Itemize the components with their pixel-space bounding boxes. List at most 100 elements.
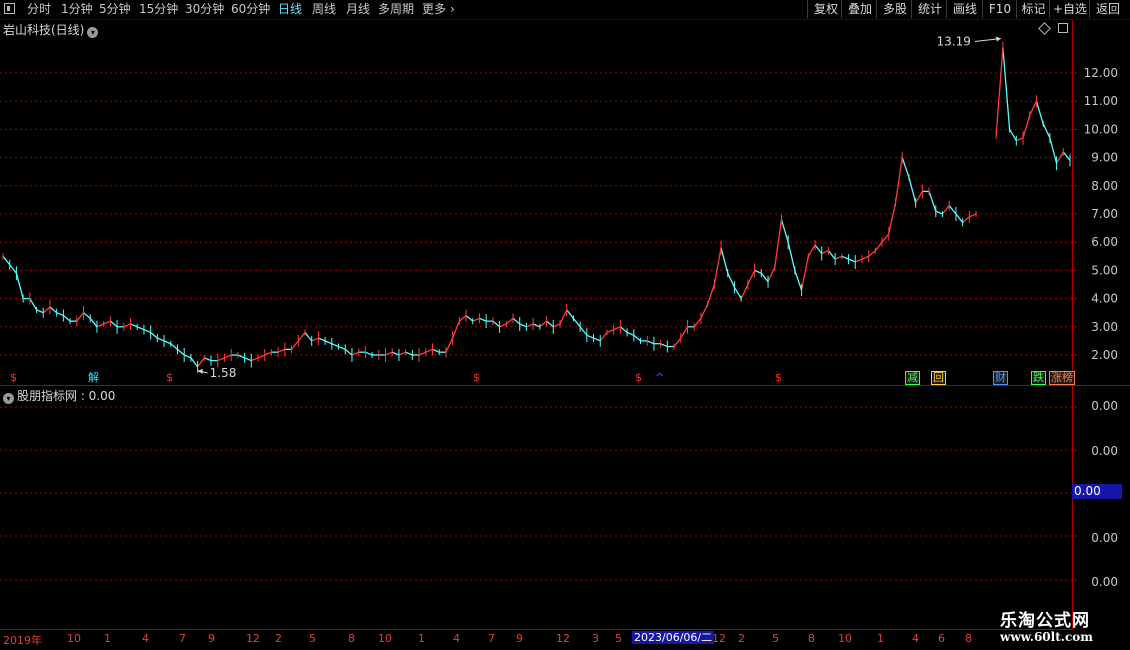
price-segment <box>445 337 454 353</box>
toolbar-button-3[interactable]: 统计 <box>911 0 948 18</box>
tab-5[interactable]: 60分钟 <box>231 1 270 18</box>
tab-3[interactable]: 15分钟 <box>139 1 178 18</box>
price-segment <box>177 348 185 356</box>
price-segment <box>633 334 641 342</box>
price-segment <box>42 306 51 314</box>
price-segment <box>150 331 158 339</box>
toolbar-button-5[interactable]: F10 <box>982 0 1017 18</box>
x-tick-label: 8 <box>965 632 972 645</box>
price-segment <box>868 250 876 257</box>
price-segment <box>163 340 172 345</box>
price-segment <box>62 315 71 322</box>
event-marker-9[interactable]: 财 <box>993 371 1008 385</box>
price-segment <box>760 272 769 283</box>
x-tick-label: 2 <box>738 632 745 645</box>
event-marker-6[interactable]: $ <box>775 372 782 384</box>
event-marker-0[interactable]: $ <box>10 372 17 384</box>
tab-7[interactable]: 周线 <box>312 1 336 18</box>
tab-6[interactable]: 日线 <box>278 1 302 18</box>
event-marker-4[interactable]: $ <box>635 372 642 384</box>
event-marker-5[interactable]: ^ <box>655 372 664 384</box>
price-segment <box>794 270 803 291</box>
indicator-y-tick: 0.00 <box>1091 399 1118 413</box>
x-tick-label: 12 <box>246 632 260 645</box>
min-price-annotation: 1.58 <box>197 366 237 380</box>
y-tick-label: 11.00 <box>1084 94 1118 108</box>
price-segment <box>318 337 326 342</box>
x-tick-label: 1 <box>877 632 884 645</box>
price-segment <box>673 337 682 347</box>
toolbar-button-8[interactable]: 返回 <box>1089 0 1126 18</box>
event-marker-3[interactable]: $ <box>473 372 480 384</box>
toolbar-button-7[interactable]: +自选 <box>1049 0 1090 18</box>
toolbar-button-2[interactable]: 多股 <box>876 0 913 18</box>
tab-0[interactable]: 分时 <box>27 1 51 18</box>
price-segment <box>465 315 474 322</box>
toolbar-button-0[interactable]: 复权 <box>807 0 844 18</box>
price-segment <box>787 242 796 271</box>
price-segment <box>109 320 118 328</box>
price-segment <box>720 247 729 274</box>
toolbar-button-1[interactable]: 叠加 <box>841 0 878 18</box>
price-segment <box>277 348 286 353</box>
price-segment <box>901 157 910 178</box>
event-marker-7[interactable]: 减 <box>905 371 920 385</box>
tab-4[interactable]: 30分钟 <box>185 1 224 18</box>
price-segment <box>941 205 950 215</box>
price-segment <box>841 255 849 260</box>
price-segment <box>821 250 829 255</box>
price-segment <box>619 326 628 333</box>
price-chart[interactable]: 2.00 3.00 4.00 5.00 6.00 7.00 8.00 9.00 10.00 11.… <box>0 20 1130 386</box>
toolbar-button-4[interactable]: 画线 <box>946 0 983 18</box>
price-segment <box>76 312 85 322</box>
price-segment <box>418 351 427 356</box>
window-toggle-icon[interactable] <box>4 3 15 14</box>
price-segment <box>15 273 24 299</box>
svg-text:13.19: 13.19 <box>937 34 971 48</box>
more-arrow-icon[interactable]: › <box>450 1 455 18</box>
price-segment <box>713 247 722 285</box>
price-segment <box>727 272 736 288</box>
x-tick-label: 4 <box>453 632 460 645</box>
price-segment <box>827 250 836 260</box>
x-tick-label: 10 <box>378 632 392 645</box>
price-segment <box>9 264 17 274</box>
event-marker-10[interactable]: 跌 <box>1031 371 1046 385</box>
y-tick-label: 9.00 <box>1091 151 1118 165</box>
price-segment <box>962 216 970 223</box>
price-segment <box>848 258 856 263</box>
toolbar-button-6[interactable]: 标记 <box>1016 0 1050 18</box>
price-segment <box>297 332 306 342</box>
price-segment <box>626 331 635 336</box>
max-price-annotation: 13.19 <box>937 34 1001 48</box>
price-segment <box>56 312 64 317</box>
price-segment <box>546 320 554 328</box>
tab-2[interactable]: 5分钟 <box>99 1 131 18</box>
price-segment <box>505 317 514 325</box>
x-tick-label: 5 <box>772 632 779 645</box>
tab-10[interactable]: 更多 <box>422 1 446 18</box>
y-tick-label: 6.00 <box>1091 235 1118 249</box>
tab-8[interactable]: 月线 <box>346 1 370 18</box>
price-segment <box>1022 115 1031 139</box>
event-marker-11[interactable]: 涨榜 <box>1049 371 1075 385</box>
chart-window: 分时 1分钟 5分钟 15分钟 30分钟 60分钟 日线 周线 月线 多周期 更多 › 复权 叠加 多股统… <box>0 0 1130 650</box>
price-segment <box>780 219 789 243</box>
price-segment <box>492 320 501 328</box>
current-date-box: 2023/06/06/二 <box>632 631 715 644</box>
tab-1[interactable]: 1分钟 <box>61 1 93 18</box>
watermark-url: www.60lt.com <box>1000 630 1093 644</box>
price-segment <box>586 334 594 339</box>
price-segment <box>539 320 547 328</box>
price-segment <box>103 320 111 325</box>
price-segment <box>452 320 460 339</box>
svg-text:1.58: 1.58 <box>210 366 237 380</box>
event-marker-1[interactable]: 解 <box>88 372 99 384</box>
price-segment <box>432 348 440 353</box>
y-tick-label: 12.00 <box>1084 66 1118 80</box>
tab-9[interactable]: 多周期 <box>378 1 414 18</box>
y-tick-label: 3.00 <box>1091 320 1118 334</box>
event-marker-2[interactable]: $ <box>166 372 173 384</box>
indicator-chart[interactable] <box>0 386 1130 630</box>
event-marker-8[interactable]: 回 <box>931 371 946 385</box>
